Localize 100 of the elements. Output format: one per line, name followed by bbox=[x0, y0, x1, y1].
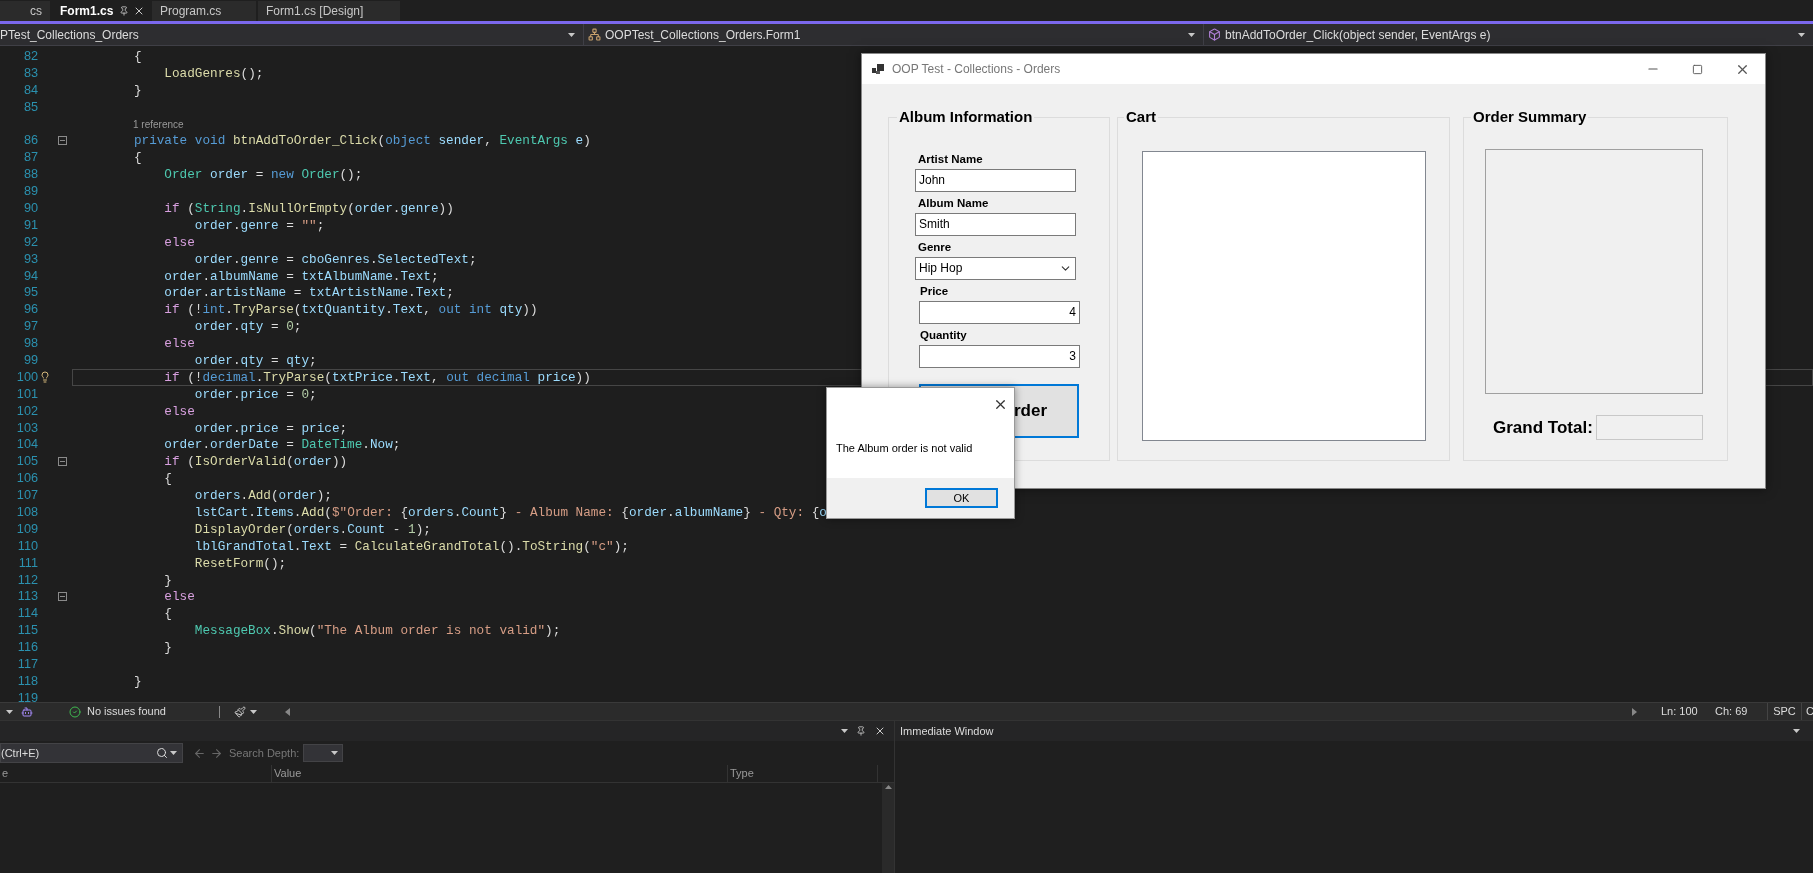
check-icon bbox=[69, 705, 81, 718]
scroll-left-icon bbox=[285, 707, 290, 716]
code-line: { bbox=[163, 605, 172, 624]
field-label: Artist Name bbox=[918, 151, 984, 166]
editor-tab[interactable]: Form1.cs [Design] bbox=[258, 1, 400, 21]
code-line: private void btnAddToOrder_Click(object sender, EventArgs e) bbox=[132, 132, 591, 151]
caret-icon bbox=[1793, 729, 1800, 733]
code-line: lstCart.Items.Add($"Order: {orders.Count} - Album Name: {order.albumName} - Qty: {o bbox=[193, 503, 827, 522]
type-dropdown[interactable]: OOPTest_Collections_Orders.Form1 bbox=[583, 24, 1203, 45]
ok-button[interactable]: OK bbox=[925, 488, 998, 508]
code-line: DisplayOrder(orders.Count - 1); bbox=[193, 520, 431, 539]
code-line: order.qty = qty; bbox=[193, 351, 317, 370]
scroll-up-icon[interactable] bbox=[884, 785, 892, 789]
line-number: 116 bbox=[17, 640, 38, 655]
line-number: 111 bbox=[18, 555, 38, 570]
code-line: { bbox=[163, 470, 172, 489]
line-number: 89 bbox=[23, 184, 38, 199]
search-depth-label: Search Depth: bbox=[229, 745, 300, 761]
line-number: 108 bbox=[16, 504, 38, 519]
method-icon bbox=[1208, 28, 1221, 41]
line-number: 92 bbox=[23, 234, 38, 249]
line-indicator[interactable]: Ln: 100 bbox=[1661, 703, 1715, 720]
scroll-right-icon bbox=[1632, 707, 1637, 716]
line-number: 85 bbox=[23, 99, 38, 114]
line-number: 114 bbox=[17, 606, 38, 621]
line-number: 118 bbox=[17, 673, 38, 688]
line-ending-indicator[interactable]: C bbox=[1801, 703, 1813, 720]
line-number: 93 bbox=[23, 251, 38, 266]
code-line: lblGrandTotal.Text = CalculateGrandTotal().ToString("c"); bbox=[193, 537, 629, 556]
code-line: } bbox=[163, 571, 172, 590]
code-line: } bbox=[163, 639, 172, 658]
code-line: Order order = new Order(); bbox=[163, 166, 363, 185]
caret-icon bbox=[1798, 32, 1805, 37]
line-number: 110 bbox=[17, 538, 38, 553]
caret-icon bbox=[6, 709, 13, 714]
lightbulb-icon[interactable] bbox=[39, 371, 51, 384]
collapse-icon[interactable] bbox=[57, 592, 67, 602]
number-field[interactable]: 4 bbox=[919, 300, 1080, 324]
line-number: 94 bbox=[23, 268, 38, 283]
column-header[interactable]: e bbox=[0, 765, 272, 782]
back-arrow-icon bbox=[193, 746, 206, 760]
code-line: } bbox=[132, 81, 142, 100]
line-number: 96 bbox=[23, 302, 38, 317]
line-number: 100 bbox=[16, 369, 38, 384]
text-field[interactable]: John bbox=[915, 168, 1076, 192]
number-field[interactable]: 3 bbox=[919, 344, 1080, 368]
spacing-indicator[interactable]: SPC bbox=[1767, 703, 1801, 720]
code-line: else bbox=[163, 588, 195, 607]
collapse-icon[interactable] bbox=[57, 457, 67, 467]
line-number: 82 bbox=[23, 48, 38, 63]
line-number: 83 bbox=[23, 65, 38, 80]
line-number: 105 bbox=[16, 454, 38, 469]
code-line: MessageBox.Show("The Album order is not valid"); bbox=[193, 622, 561, 641]
pin-icon bbox=[119, 6, 130, 16]
line-number: 87 bbox=[23, 150, 38, 165]
depth-dropdown[interactable] bbox=[303, 744, 344, 762]
code-line: } bbox=[132, 672, 142, 691]
scrollbar[interactable] bbox=[882, 783, 894, 873]
caret-icon bbox=[331, 751, 339, 755]
group-title: Order Summary bbox=[1472, 107, 1588, 127]
line-number: 103 bbox=[16, 420, 38, 435]
column-header[interactable]: Type bbox=[728, 765, 878, 782]
forward-arrow-icon bbox=[210, 746, 223, 760]
code-line: if (IsOrderValid(order)) bbox=[163, 453, 348, 472]
field-label: Price bbox=[920, 283, 950, 298]
genre-dropdown[interactable]: Hip Hop bbox=[915, 256, 1076, 280]
brush-icon bbox=[234, 705, 246, 718]
assistant-icon bbox=[21, 705, 33, 718]
class-icon bbox=[588, 28, 601, 41]
code-line: { bbox=[132, 149, 142, 168]
column-header[interactable]: Value bbox=[272, 765, 728, 782]
line-number: 101 bbox=[16, 386, 38, 401]
code-line: order.qty = 0; bbox=[193, 318, 302, 337]
line-number: 97 bbox=[23, 319, 38, 334]
app-icon bbox=[872, 64, 884, 74]
text-field[interactable]: Smith bbox=[915, 212, 1076, 236]
editor-tab[interactable]: Program.cs bbox=[152, 1, 256, 21]
line-number: 115 bbox=[17, 623, 38, 638]
reference-count-link[interactable]: 1 reference bbox=[133, 116, 184, 132]
code-line: order.genre = ""; bbox=[193, 216, 325, 235]
caret-icon bbox=[1188, 32, 1195, 37]
line-number: 95 bbox=[23, 285, 38, 300]
issues-status[interactable]: No issues found bbox=[87, 703, 219, 720]
member-dropdown[interactable]: btnAddToOrder_Click(object sender, EventArgs e) bbox=[1203, 24, 1813, 45]
code-line: if (!decimal.TryParse(txtPrice.Text, out decimal price)) bbox=[163, 368, 591, 387]
line-number: 113 bbox=[17, 589, 38, 604]
column-indicator[interactable]: Ch: 69 bbox=[1715, 703, 1767, 720]
line-number: 90 bbox=[23, 200, 38, 215]
code-line: order.price = 0; bbox=[193, 385, 317, 404]
project-dropdown[interactable]: PTest_Collections_Orders bbox=[0, 24, 583, 45]
caret-icon bbox=[568, 32, 575, 37]
line-number: 86 bbox=[23, 133, 38, 148]
collapse-icon[interactable] bbox=[57, 136, 67, 146]
close-icon bbox=[874, 725, 886, 737]
window-title: OOP Test - Collections - Orders bbox=[892, 61, 1061, 78]
dialog-message: The Album order is not valid bbox=[836, 441, 973, 456]
editor-tab[interactable]: cs bbox=[0, 1, 50, 21]
field-label: Album Name bbox=[918, 195, 990, 210]
line-number: 106 bbox=[16, 471, 38, 486]
code-line: if (!int.TryParse(txtQuantity.Text, out int qty)) bbox=[163, 301, 538, 320]
